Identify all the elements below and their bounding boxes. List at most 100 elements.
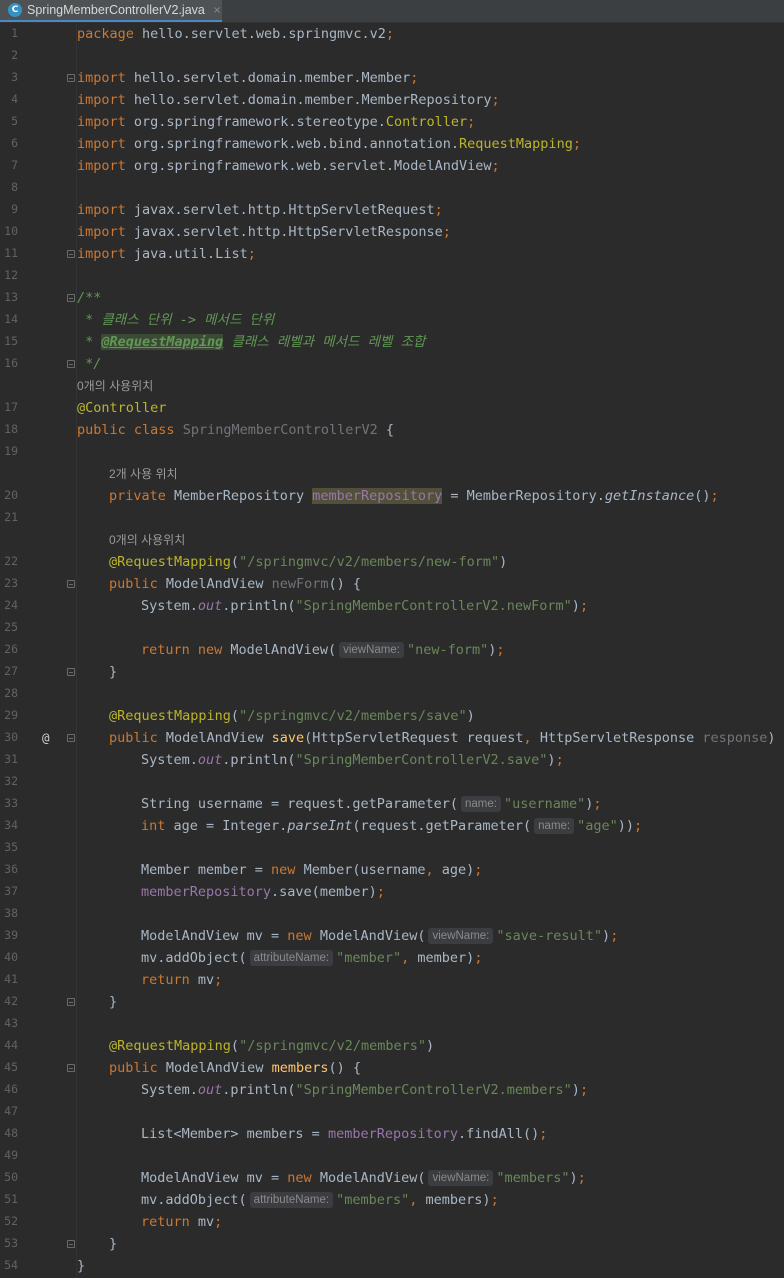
code-line: 44 @RequestMapping("/springmvc/v2/member… bbox=[0, 1035, 784, 1057]
line-number: 36 bbox=[4, 862, 18, 876]
line-number: 10 bbox=[4, 224, 18, 238]
code-line: 33 String username = request.getParamete… bbox=[0, 793, 784, 815]
code-line: 47 bbox=[0, 1101, 784, 1123]
code-line: 8 bbox=[0, 177, 784, 199]
parameter-hint: name: bbox=[460, 796, 501, 812]
line-number: 42 bbox=[4, 994, 18, 1008]
parameter-hint: viewName: bbox=[339, 642, 404, 658]
code-line: 41 return mv; bbox=[0, 969, 784, 991]
line-number: 26 bbox=[4, 642, 18, 656]
fold-icon[interactable] bbox=[67, 580, 75, 588]
code-line: 23 public ModelAndView newForm() { bbox=[0, 573, 784, 595]
line-number: 27 bbox=[4, 664, 18, 678]
code-line: 4 import hello.servlet.domain.member.Mem… bbox=[0, 89, 784, 111]
line-number: 38 bbox=[4, 906, 18, 920]
fold-icon[interactable] bbox=[67, 294, 75, 302]
line-number: 13 bbox=[4, 290, 18, 304]
java-class-icon: C bbox=[8, 3, 22, 17]
code-line: 36 Member member = new Member(username, … bbox=[0, 859, 784, 881]
fold-icon[interactable] bbox=[67, 74, 75, 82]
line-number: 18 bbox=[4, 422, 18, 436]
line-number: 44 bbox=[4, 1038, 18, 1052]
line-number: 23 bbox=[4, 576, 18, 590]
code-line: 49 bbox=[0, 1145, 784, 1167]
tab-title: SpringMemberControllerV2.java bbox=[27, 3, 205, 17]
code-line: 38 bbox=[0, 903, 784, 925]
line-number: 30 bbox=[4, 730, 18, 744]
code-line: 27 } bbox=[0, 661, 784, 683]
line-number: 8 bbox=[11, 180, 18, 194]
code-line: 1 package hello.servlet.web.springmvc.v2… bbox=[0, 23, 784, 45]
fold-icon[interactable] bbox=[67, 1240, 75, 1248]
fold-icon[interactable] bbox=[67, 734, 75, 742]
line-number: 21 bbox=[4, 510, 18, 524]
line-number: 28 bbox=[4, 686, 18, 700]
code-line: 16 */ bbox=[0, 353, 784, 375]
usage-count-lens[interactable]: 0개의 사용위치 bbox=[109, 529, 185, 551]
tab-springmembercontrollerv2[interactable]: C SpringMemberControllerV2.java × bbox=[0, 0, 222, 22]
line-number: 4 bbox=[11, 92, 18, 106]
code-line: 15 * @RequestMapping 클래스 레벨과 메서드 레벨 조합 bbox=[0, 331, 784, 353]
code-line: 46 System.out.println("SpringMemberContr… bbox=[0, 1079, 784, 1101]
editor-tab-bar: C SpringMemberControllerV2.java × bbox=[0, 0, 784, 23]
line-number: 37 bbox=[4, 884, 18, 898]
code-line: 32 bbox=[0, 771, 784, 793]
fold-icon[interactable] bbox=[67, 668, 75, 676]
line-number: 47 bbox=[4, 1104, 18, 1118]
code-line: 35 bbox=[0, 837, 784, 859]
line-number: 22 bbox=[4, 554, 18, 568]
line-number: 3 bbox=[11, 70, 18, 84]
code-line: 22 @RequestMapping("/springmvc/v2/member… bbox=[0, 551, 784, 573]
code-line: 30 @ public ModelAndView save(HttpServle… bbox=[0, 727, 784, 749]
code-line: 52 return mv; bbox=[0, 1211, 784, 1233]
code-line: 7 import org.springframework.web.servlet… bbox=[0, 155, 784, 177]
line-number: 54 bbox=[4, 1258, 18, 1272]
fold-icon[interactable] bbox=[67, 998, 75, 1006]
code-line: 40 mv.addObject(attributeName: "member", … bbox=[0, 947, 784, 969]
code-line: 5 import org.springframework.stereotype.… bbox=[0, 111, 784, 133]
code-line: 50 ModelAndView mv = new ModelAndView(vi… bbox=[0, 1167, 784, 1189]
line-number: 29 bbox=[4, 708, 18, 722]
line-number: 7 bbox=[11, 158, 18, 172]
line-number: 1 bbox=[11, 26, 18, 40]
fold-icon[interactable] bbox=[67, 360, 75, 368]
fold-icon[interactable] bbox=[67, 1064, 75, 1072]
code-line: 48 List<Member> members = memberReposito… bbox=[0, 1123, 784, 1145]
usage-count-lens[interactable]: 2개 사용 위치 bbox=[109, 463, 178, 485]
line-number: 39 bbox=[4, 928, 18, 942]
code-line: 42 } bbox=[0, 991, 784, 1013]
code-line: 43 bbox=[0, 1013, 784, 1035]
line-number: 11 bbox=[4, 246, 18, 260]
code-line: 20 private MemberRepository memberReposi… bbox=[0, 485, 784, 507]
line-number: 14 bbox=[4, 312, 18, 326]
line-number: 9 bbox=[11, 202, 18, 216]
line-number: 40 bbox=[4, 950, 18, 964]
code-editor[interactable]: 1 package hello.servlet.web.springmvc.v2… bbox=[0, 23, 784, 1278]
line-number: 25 bbox=[4, 620, 18, 634]
parameter-hint: viewName: bbox=[428, 1170, 494, 1186]
code-line: 9 import javax.servlet.http.HttpServletR… bbox=[0, 199, 784, 221]
usage-count-lens[interactable]: 0개의 사용위치 bbox=[77, 375, 153, 397]
code-line: 25 bbox=[0, 617, 784, 639]
line-number: 41 bbox=[4, 972, 18, 986]
code-line: 12 bbox=[0, 265, 784, 287]
line-number: 5 bbox=[11, 114, 18, 128]
code-line: 17 @Controller bbox=[0, 397, 784, 419]
line-number: 46 bbox=[4, 1082, 18, 1096]
request-mapping-gutter-icon[interactable]: @ bbox=[42, 730, 50, 745]
line-number: 19 bbox=[4, 444, 18, 458]
code-line: 6 import org.springframework.web.bind.an… bbox=[0, 133, 784, 155]
line-number: 45 bbox=[4, 1060, 18, 1074]
line-number: 33 bbox=[4, 796, 18, 810]
line-number: 6 bbox=[11, 136, 18, 150]
line-number: 15 bbox=[4, 334, 18, 348]
code-line: 13 /** bbox=[0, 287, 784, 309]
code-line: 24 System.out.println("SpringMemberContr… bbox=[0, 595, 784, 617]
line-number: 35 bbox=[4, 840, 18, 854]
code-line: 53 } bbox=[0, 1233, 784, 1255]
fold-icon[interactable] bbox=[67, 250, 75, 258]
code-line: 19 bbox=[0, 441, 784, 463]
line-number: 20 bbox=[4, 488, 18, 502]
parameter-hint: attributeName: bbox=[249, 1192, 334, 1208]
close-icon[interactable]: × bbox=[213, 5, 221, 16]
